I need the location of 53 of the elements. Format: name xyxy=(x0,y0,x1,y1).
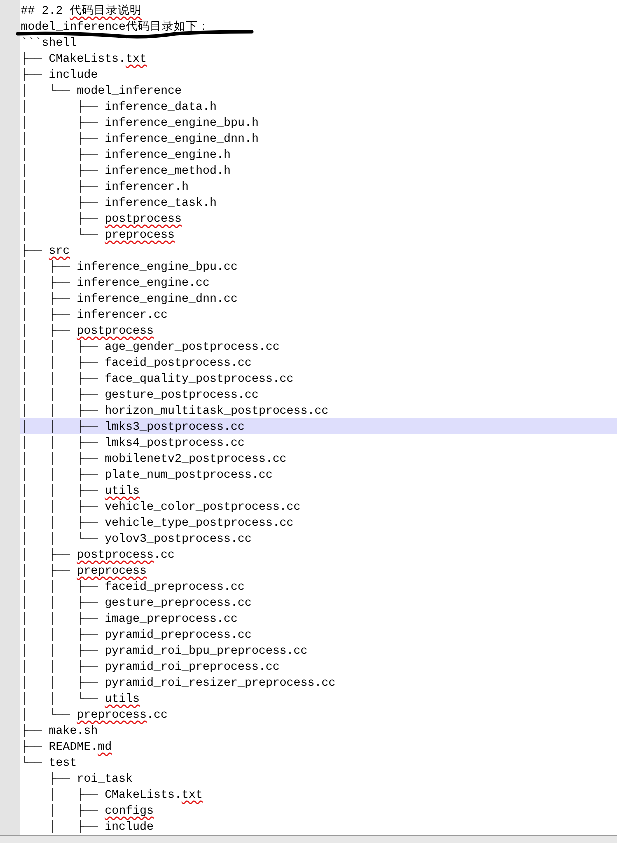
code-line: │ │ ├── faceid_preprocess.cc xyxy=(21,581,245,593)
code-line: └── test xyxy=(21,757,77,769)
code-line: │ │ ├── utils xyxy=(21,485,140,497)
code-line: │ │ ├── lmks4_postprocess.cc xyxy=(21,437,245,449)
code-line: │ │ ├── lmks3_postprocess.cc xyxy=(21,421,245,433)
code-line: │ │ ├── mobilenetv2_postprocess.cc xyxy=(21,453,287,465)
code-line: │ ├── inference_engine_dnn.cc xyxy=(21,293,238,305)
code-line: │ ├── inferencer.cc xyxy=(21,309,168,321)
code-line: │ │ ├── pyramid_roi_resizer_preprocess.cc xyxy=(21,677,336,689)
code-line: │ │ ├── age_gender_postprocess.cc xyxy=(21,341,280,353)
code-line: │ ├── inference_engine_bpu.h xyxy=(21,117,259,129)
code-line: │ ├── inference_method.h xyxy=(21,165,231,177)
code-line: │ └── preprocess.cc xyxy=(21,709,168,721)
code-line: │ │ └── utils xyxy=(21,693,140,705)
code-line: │ │ ├── pyramid_roi_preprocess.cc xyxy=(21,661,280,673)
code-line: │ ├── CMakeLists.txt xyxy=(48,789,203,801)
code-line: │ │ └── yolov3_postprocess.cc xyxy=(21,533,252,545)
code-line: │ ├── inference_data.h xyxy=(21,101,217,113)
code-line: ├── README.md xyxy=(21,741,112,753)
code-line: │ │ ├── horizon_multitask_postprocess.cc xyxy=(21,405,329,417)
code-line: │ │ ├── gesture_preprocess.cc xyxy=(21,597,252,609)
code-line: │ │ ├── vehicle_type_postprocess.cc xyxy=(21,517,294,529)
code-line: │ │ ├── gesture_postprocess.cc xyxy=(21,389,259,401)
code-line: ├── CMakeLists.txt xyxy=(21,53,147,65)
code-line: │ ├── postprocess xyxy=(21,325,154,337)
code-line: │ ├── inference_engine_bpu.cc xyxy=(21,261,238,273)
code-line: │ ├── configs xyxy=(48,805,154,817)
code-line: │ │ ├── face_quality_postprocess.cc xyxy=(21,373,294,385)
code-line: │ ├── postprocess xyxy=(21,213,182,225)
code-line: │ ├── inference_engine.cc xyxy=(21,277,210,289)
code-line: ├── src xyxy=(21,245,70,257)
code-line: │ ├── inferencer.h xyxy=(21,181,189,193)
code-line: │ ├── inference_engine_dnn.h xyxy=(21,133,259,145)
code-line: │ └── preprocess xyxy=(21,229,175,241)
code-line: │ └── model_inference xyxy=(21,85,182,97)
code-line: │ │ ├── pyramid_preprocess.cc xyxy=(21,629,252,641)
code-line: │ ├── preprocess xyxy=(21,565,147,577)
code-line: │ ├── inference_task.h xyxy=(21,197,217,209)
code-line: ├── include xyxy=(21,69,98,81)
code-line: │ ├── postprocess.cc xyxy=(21,549,175,561)
code-line: │ │ ├── image_preprocess.cc xyxy=(21,613,238,625)
code-line: ├── make.sh xyxy=(21,725,98,737)
code-line: ├── roi_task xyxy=(48,773,133,785)
code-line: │ │ ├── pyramid_roi_bpu_preprocess.cc xyxy=(21,645,308,657)
code-line: │ ├── inference_engine.h xyxy=(21,149,231,161)
code-line: │ │ ├── plate_num_postprocess.cc xyxy=(21,469,273,481)
horizontal-scrollbar[interactable] xyxy=(0,835,617,843)
code-line: ## 2.2 代码目录说明 xyxy=(21,5,142,17)
code-line: ```shell xyxy=(21,37,77,49)
code-line: │ │ ├── faceid_postprocess.cc xyxy=(21,357,252,369)
code-line: │ ├── include xyxy=(48,821,154,833)
code-line: model_inference代码目录如下： xyxy=(21,21,210,33)
code-line: │ │ ├── vehicle_color_postprocess.cc xyxy=(21,501,301,513)
